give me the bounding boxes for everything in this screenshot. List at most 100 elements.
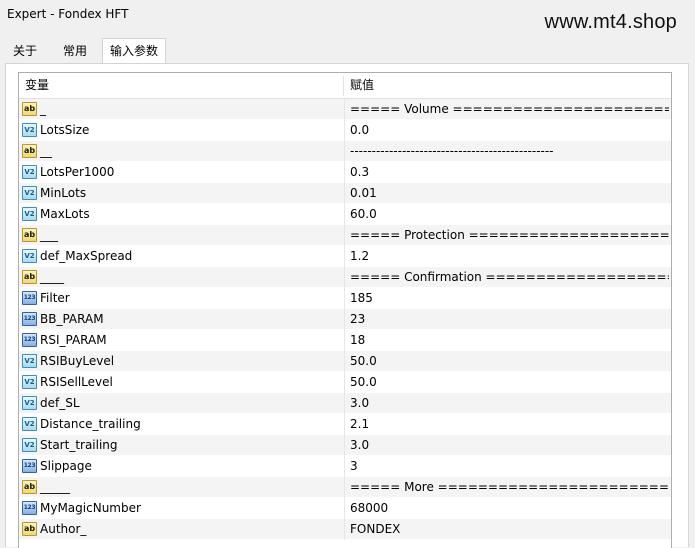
integer-type-icon: 123: [22, 312, 37, 326]
parameter-value-cell[interactable]: 0.01: [344, 183, 671, 204]
parameter-name-cell[interactable]: 123 Filter: [19, 288, 343, 309]
parameter-value-cell[interactable]: 3.0: [344, 435, 671, 456]
parameter-name-cell[interactable]: V2 MinLots: [19, 183, 343, 204]
parameter-value-cell[interactable]: ----------------------------------------…: [344, 141, 671, 162]
tab-strip: 关于 常用 输入参数: [0, 38, 695, 64]
tab-inputs[interactable]: 输入参数: [102, 38, 166, 64]
parameter-name: def_MaxSpread: [40, 249, 133, 263]
parameter-name-cell[interactable]: V2 RSISellLevel: [19, 372, 343, 393]
table-row[interactable]: V2 RSISellLevel 50.0: [19, 372, 671, 393]
title-bar: Expert - Fondex HFT www.mt4.shop: [0, 0, 695, 33]
parameter-name-cell[interactable]: ab Author_: [19, 519, 343, 540]
parameter-name-cell[interactable]: ab _____: [19, 477, 343, 498]
header-separator: [343, 76, 344, 96]
parameter-value-cell[interactable]: 18: [344, 330, 671, 351]
parameter-name-cell[interactable]: ab ___: [19, 225, 343, 246]
table-row[interactable]: V2 MaxLots 60.0: [19, 204, 671, 225]
parameter-value: 3.0: [350, 396, 370, 410]
parameter-name: def_SL: [40, 396, 80, 410]
table-row[interactable]: V2 Distance_trailing 2.1: [19, 414, 671, 435]
string-type-icon: ab: [22, 102, 37, 116]
parameter-name-cell[interactable]: V2 MaxLots: [19, 204, 343, 225]
parameter-name-cell[interactable]: V2 Distance_trailing: [19, 414, 343, 435]
parameter-value-cell[interactable]: 3.0: [344, 393, 671, 414]
parameter-value-cell[interactable]: 3: [344, 456, 671, 477]
parameter-value-cell[interactable]: ===== More ==========================...: [344, 477, 671, 498]
parameter-name-cell[interactable]: 123 Slippage: [19, 456, 343, 477]
table-row[interactable]: 123 Filter 185: [19, 288, 671, 309]
parameter-name: ____: [40, 270, 64, 284]
parameter-value-cell[interactable]: 2.1: [344, 414, 671, 435]
table-row[interactable]: ab ____ ===== Confirmation ===============…: [19, 267, 671, 288]
parameter-value-cell[interactable]: 68000: [344, 498, 671, 519]
parameter-name: RSISellLevel: [40, 375, 113, 389]
parameters-grid: 变量 赋值 ab _ ===== Volume ==================…: [18, 72, 672, 548]
parameter-name: _____: [40, 480, 70, 494]
parameter-name-cell[interactable]: V2 RSIBuyLevel: [19, 351, 343, 372]
header-variable[interactable]: 变量: [25, 73, 49, 98]
table-row[interactable]: V2 Start_trailing 3.0: [19, 435, 671, 456]
grid-header: 变量 赋值: [19, 73, 671, 99]
parameter-value-cell[interactable]: ===== Volume ========================...: [344, 99, 671, 120]
tab-about[interactable]: 关于: [6, 40, 44, 62]
parameter-value: ===== More ==========================...: [350, 480, 669, 494]
parameter-name-cell[interactable]: 123 RSI_PARAM: [19, 330, 343, 351]
parameter-name: Start_trailing: [40, 438, 118, 452]
table-row[interactable]: V2 MinLots 0.01: [19, 183, 671, 204]
tab-common[interactable]: 常用: [54, 40, 96, 62]
table-row[interactable]: ab ___ ===== Protection ==================…: [19, 225, 671, 246]
string-type-icon: ab: [22, 144, 37, 158]
parameter-name-cell[interactable]: V2 LotsSize: [19, 120, 343, 141]
parameter-name-cell[interactable]: V2 def_SL: [19, 393, 343, 414]
table-row[interactable]: ab _____ ===== More ======================…: [19, 477, 671, 498]
parameter-value-cell[interactable]: 0.0: [344, 120, 671, 141]
parameter-value: 50.0: [350, 375, 377, 389]
parameter-name-cell[interactable]: ab _: [19, 99, 343, 120]
window-title: Expert - Fondex HFT: [7, 7, 129, 21]
parameter-name: MinLots: [40, 186, 87, 200]
parameter-value: 2.1: [350, 417, 370, 431]
table-row[interactable]: V2 LotsPer1000 0.3: [19, 162, 671, 183]
table-row[interactable]: V2 def_MaxSpread 1.2: [19, 246, 671, 267]
parameter-name-cell[interactable]: ab __: [19, 141, 343, 162]
header-value[interactable]: 赋值: [350, 73, 374, 98]
parameter-value-cell[interactable]: 1.2: [344, 246, 671, 267]
double-type-icon: V2: [22, 396, 37, 410]
table-row[interactable]: V2 LotsSize 0.0: [19, 120, 671, 141]
parameter-name-cell[interactable]: ab ____: [19, 267, 343, 288]
string-type-icon: ab: [22, 270, 37, 284]
table-row[interactable]: 123 BB_PARAM 23: [19, 309, 671, 330]
parameter-name: MyMagicNumber: [40, 501, 141, 515]
parameter-name-cell[interactable]: V2 Start_trailing: [19, 435, 343, 456]
table-row[interactable]: ab __ ------------------------------------…: [19, 141, 671, 162]
parameter-value-cell[interactable]: 0.3: [344, 162, 671, 183]
parameter-value: 3: [350, 459, 358, 473]
parameter-value: 18: [350, 333, 366, 347]
parameter-value-cell[interactable]: 60.0: [344, 204, 671, 225]
parameter-value-cell[interactable]: ===== Protection ======================.…: [344, 225, 671, 246]
parameter-name-cell[interactable]: V2 LotsPer1000: [19, 162, 343, 183]
parameter-value-cell[interactable]: 185: [344, 288, 671, 309]
parameter-value-cell[interactable]: FONDEX: [344, 519, 671, 540]
table-row[interactable]: 123 RSI_PARAM 18: [19, 330, 671, 351]
parameter-value-cell[interactable]: 23: [344, 309, 671, 330]
parameter-name-cell[interactable]: 123 MyMagicNumber: [19, 498, 343, 519]
parameter-name-cell[interactable]: V2 def_MaxSpread: [19, 246, 343, 267]
table-row[interactable]: 123 Slippage 3: [19, 456, 671, 477]
table-row[interactable]: ab_ ===== Volume ========================…: [19, 99, 671, 120]
parameter-value-cell[interactable]: 50.0: [344, 372, 671, 393]
parameter-name-cell[interactable]: 123 BB_PARAM: [19, 309, 343, 330]
parameter-value-cell[interactable]: 50.0: [344, 351, 671, 372]
table-row[interactable]: V2 RSIBuyLevel 50.0: [19, 351, 671, 372]
table-row[interactable]: ab Author_ FONDEX: [19, 519, 671, 540]
parameter-name: RSIBuyLevel: [40, 354, 115, 368]
parameter-name: Slippage: [40, 459, 92, 473]
parameter-value: ===== Volume ========================...: [350, 102, 669, 116]
parameter-value: 68000: [350, 501, 389, 515]
parameter-name: LotsPer1000: [40, 165, 115, 179]
table-row[interactable]: V2 def_SL 3.0: [19, 393, 671, 414]
parameter-value: FONDEX: [350, 522, 401, 536]
parameter-value-cell[interactable]: ===== Confirmation ====================.…: [344, 267, 671, 288]
table-row[interactable]: 123 MyMagicNumber 68000: [19, 498, 671, 519]
integer-type-icon: 123: [22, 333, 37, 347]
